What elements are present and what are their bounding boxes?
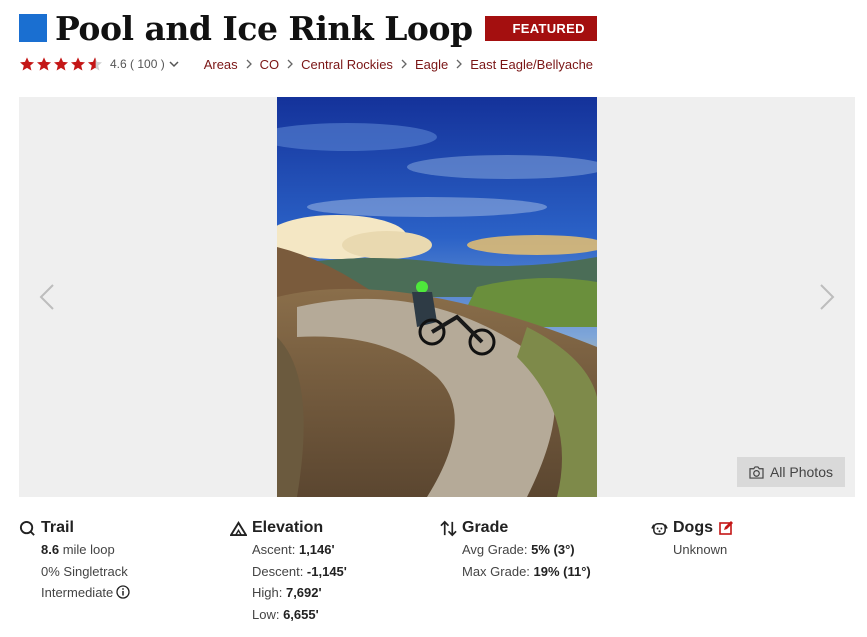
camera-icon [749, 465, 764, 479]
high-value: 7,692' [285, 585, 322, 600]
stat-trail-heading: Trail [19, 517, 130, 539]
grade-max: Max Grade: 19% (11°) [462, 561, 591, 583]
chevron-left-icon[interactable] [35, 277, 59, 317]
chevron-right-icon [287, 59, 294, 69]
descent-value: -1,145' [306, 563, 347, 579]
elevation-low: Low: 6,655' [252, 604, 347, 626]
star-icon [54, 57, 68, 71]
low-label: Low: [252, 606, 284, 622]
stat-dogs: Dogs Unknown [651, 517, 733, 561]
photo-gallery: All Photos [19, 97, 855, 497]
star-icon [20, 57, 34, 71]
descent-label: Descent: [252, 563, 307, 579]
up-down-arrows-icon [440, 520, 457, 536]
grade-avg: Avg Grade: 5% (3°) [462, 539, 591, 561]
trail-photo-image [277, 97, 597, 497]
title-color-square [19, 14, 47, 42]
star-half-icon [88, 57, 102, 71]
ascent-label: Ascent: [252, 542, 299, 557]
high-label: High: [252, 585, 286, 600]
rating-count: 4.6 ( 100 ) [110, 57, 165, 71]
elevation-high: High: 7,692' [252, 582, 347, 604]
stat-trail-title: Trail [41, 519, 74, 536]
breadcrumb-link-eagle[interactable]: Eagle [415, 57, 448, 72]
elevation-descent: Descent: -1,145' [252, 561, 347, 583]
dogs-value: Unknown [673, 542, 728, 557]
star-icon [71, 57, 85, 71]
trail-distance-value: 8.6 [41, 542, 60, 557]
breadcrumb-link-areas[interactable]: Areas [204, 57, 238, 72]
dog-icon [651, 522, 668, 535]
star-rating[interactable]: 4.6 ( 100 ) [19, 56, 180, 72]
trail-stats: Trail 8.6 mile loop 0% Singletrack Inter… [19, 517, 855, 627]
chevron-down-icon[interactable] [168, 58, 180, 70]
title-row: Pool and Ice Rink Loop FEATURED [19, 8, 597, 48]
stat-trail: Trail 8.6 mile loop 0% Singletrack Inter… [19, 517, 130, 604]
edit-icon[interactable] [719, 521, 733, 535]
breadcrumb-link-central-rockies[interactable]: Central Rockies [301, 57, 393, 72]
breadcrumb: Areas CO Central Rockies Eagle East Eagl… [204, 57, 593, 72]
trail-difficulty-label: Intermediate [41, 585, 114, 600]
trail-singletrack: 0% Singletrack [41, 563, 128, 579]
stat-elevation-heading: Elevation [230, 517, 347, 539]
chevron-right-icon [246, 59, 252, 69]
trail-distance: 8.6 mile loop [41, 539, 130, 561]
mountain-icon [230, 520, 247, 536]
stat-elevation-title: Elevation [252, 519, 324, 536]
low-value: 6,655' [283, 606, 319, 622]
info-icon[interactable] [116, 585, 130, 599]
star-icon [37, 57, 51, 71]
stat-grade-heading: Grade [440, 517, 591, 539]
meta-row: 4.6 ( 100 ) Areas CO Central Rockies Eag… [19, 53, 593, 75]
ascent-value: 1,146' [298, 542, 335, 557]
elevation-ascent: Ascent: 1,146' [252, 539, 347, 561]
all-photos-button[interactable]: All Photos [736, 457, 845, 487]
stat-dogs-heading: Dogs [651, 517, 733, 539]
chevron-right-icon [401, 59, 407, 69]
breadcrumb-link-east-eagle-bellyache[interactable]: East Eagle/Bellyache [470, 57, 593, 72]
chevron-right-icon[interactable] [815, 277, 839, 317]
avg-grade-value: 5% (3°) [531, 542, 575, 557]
trail-distance-suffix: mile loop [59, 542, 115, 557]
stat-grade: Grade Avg Grade: 5% (3°) Max Grade: 19% … [440, 517, 591, 582]
breadcrumb-link-co[interactable]: CO [260, 57, 280, 72]
trail-photo[interactable] [277, 97, 597, 497]
stat-grade-title: Grade [462, 519, 509, 536]
stat-elevation: Elevation Ascent: 1,146' Descent: -1,145… [230, 517, 347, 625]
stat-dogs-title: Dogs [673, 519, 713, 536]
max-grade-value: 19% (11°) [533, 563, 591, 579]
avg-grade-label: Avg Grade: [462, 542, 532, 557]
trail-difficulty: Intermediate [41, 582, 130, 604]
chevron-right-icon [456, 59, 463, 69]
all-photos-label: All Photos [769, 464, 833, 480]
trail-loop-icon [19, 520, 35, 536]
max-grade-label: Max Grade: [462, 563, 534, 579]
featured-badge[interactable]: FEATURED [484, 15, 597, 41]
page-title: Pool and Ice Rink Loop [55, 8, 473, 48]
